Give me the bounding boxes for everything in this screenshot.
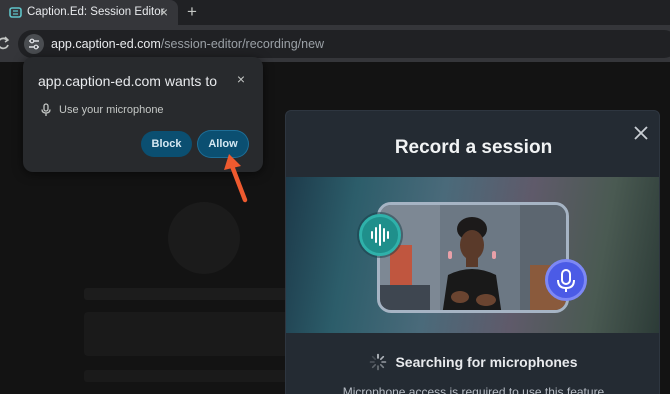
url-text: app.caption-ed.com/session-editor/record… <box>51 37 324 51</box>
tab-strip: Caption.Ed: Session Editor × + <box>0 0 670 25</box>
permission-request-text: Use your microphone <box>59 104 164 116</box>
browser-tab[interactable]: Caption.Ed: Session Editor × <box>0 0 178 25</box>
close-icon[interactable] <box>629 121 653 145</box>
audio-wave-icon <box>359 214 401 256</box>
pointer-arrow-icon <box>224 154 248 203</box>
microphone-icon <box>41 103 51 116</box>
record-session-modal: Record a session Searching for microphon… <box>285 110 660 394</box>
new-tab-icon[interactable]: + <box>183 2 201 22</box>
status-text: Searching for microphones <box>395 354 578 370</box>
close-icon[interactable]: × <box>233 71 249 87</box>
site-info-icon[interactable] <box>24 34 44 54</box>
background-placeholder <box>84 312 304 356</box>
tab-close-icon[interactable]: × <box>157 4 171 20</box>
background-placeholder <box>84 370 304 382</box>
microphone-icon <box>545 259 587 301</box>
background-avatar <box>168 202 240 274</box>
speaker-photo <box>377 202 569 313</box>
background-placeholder <box>84 288 304 300</box>
microphone-required-note: Microphone access is required to use thi… <box>342 385 605 394</box>
loading-spinner-icon <box>370 353 387 371</box>
captioned-logo-icon <box>9 7 22 18</box>
block-button[interactable]: Block <box>141 131 192 157</box>
hero-illustration <box>286 177 659 333</box>
url-host: app.caption-ed.com <box>51 37 161 51</box>
modal-title: Record a session <box>394 137 553 158</box>
address-bar[interactable]: app.caption-ed.com/session-editor/record… <box>18 30 670 58</box>
microphone-search-status: Searching for microphones <box>286 353 659 371</box>
reload-icon[interactable] <box>0 34 10 52</box>
url-path: /session-editor/recording/new <box>160 37 325 51</box>
prompt-title: app.caption-ed.com wants to <box>38 73 217 89</box>
tab-title: Caption.Ed: Session Editor <box>27 6 165 18</box>
